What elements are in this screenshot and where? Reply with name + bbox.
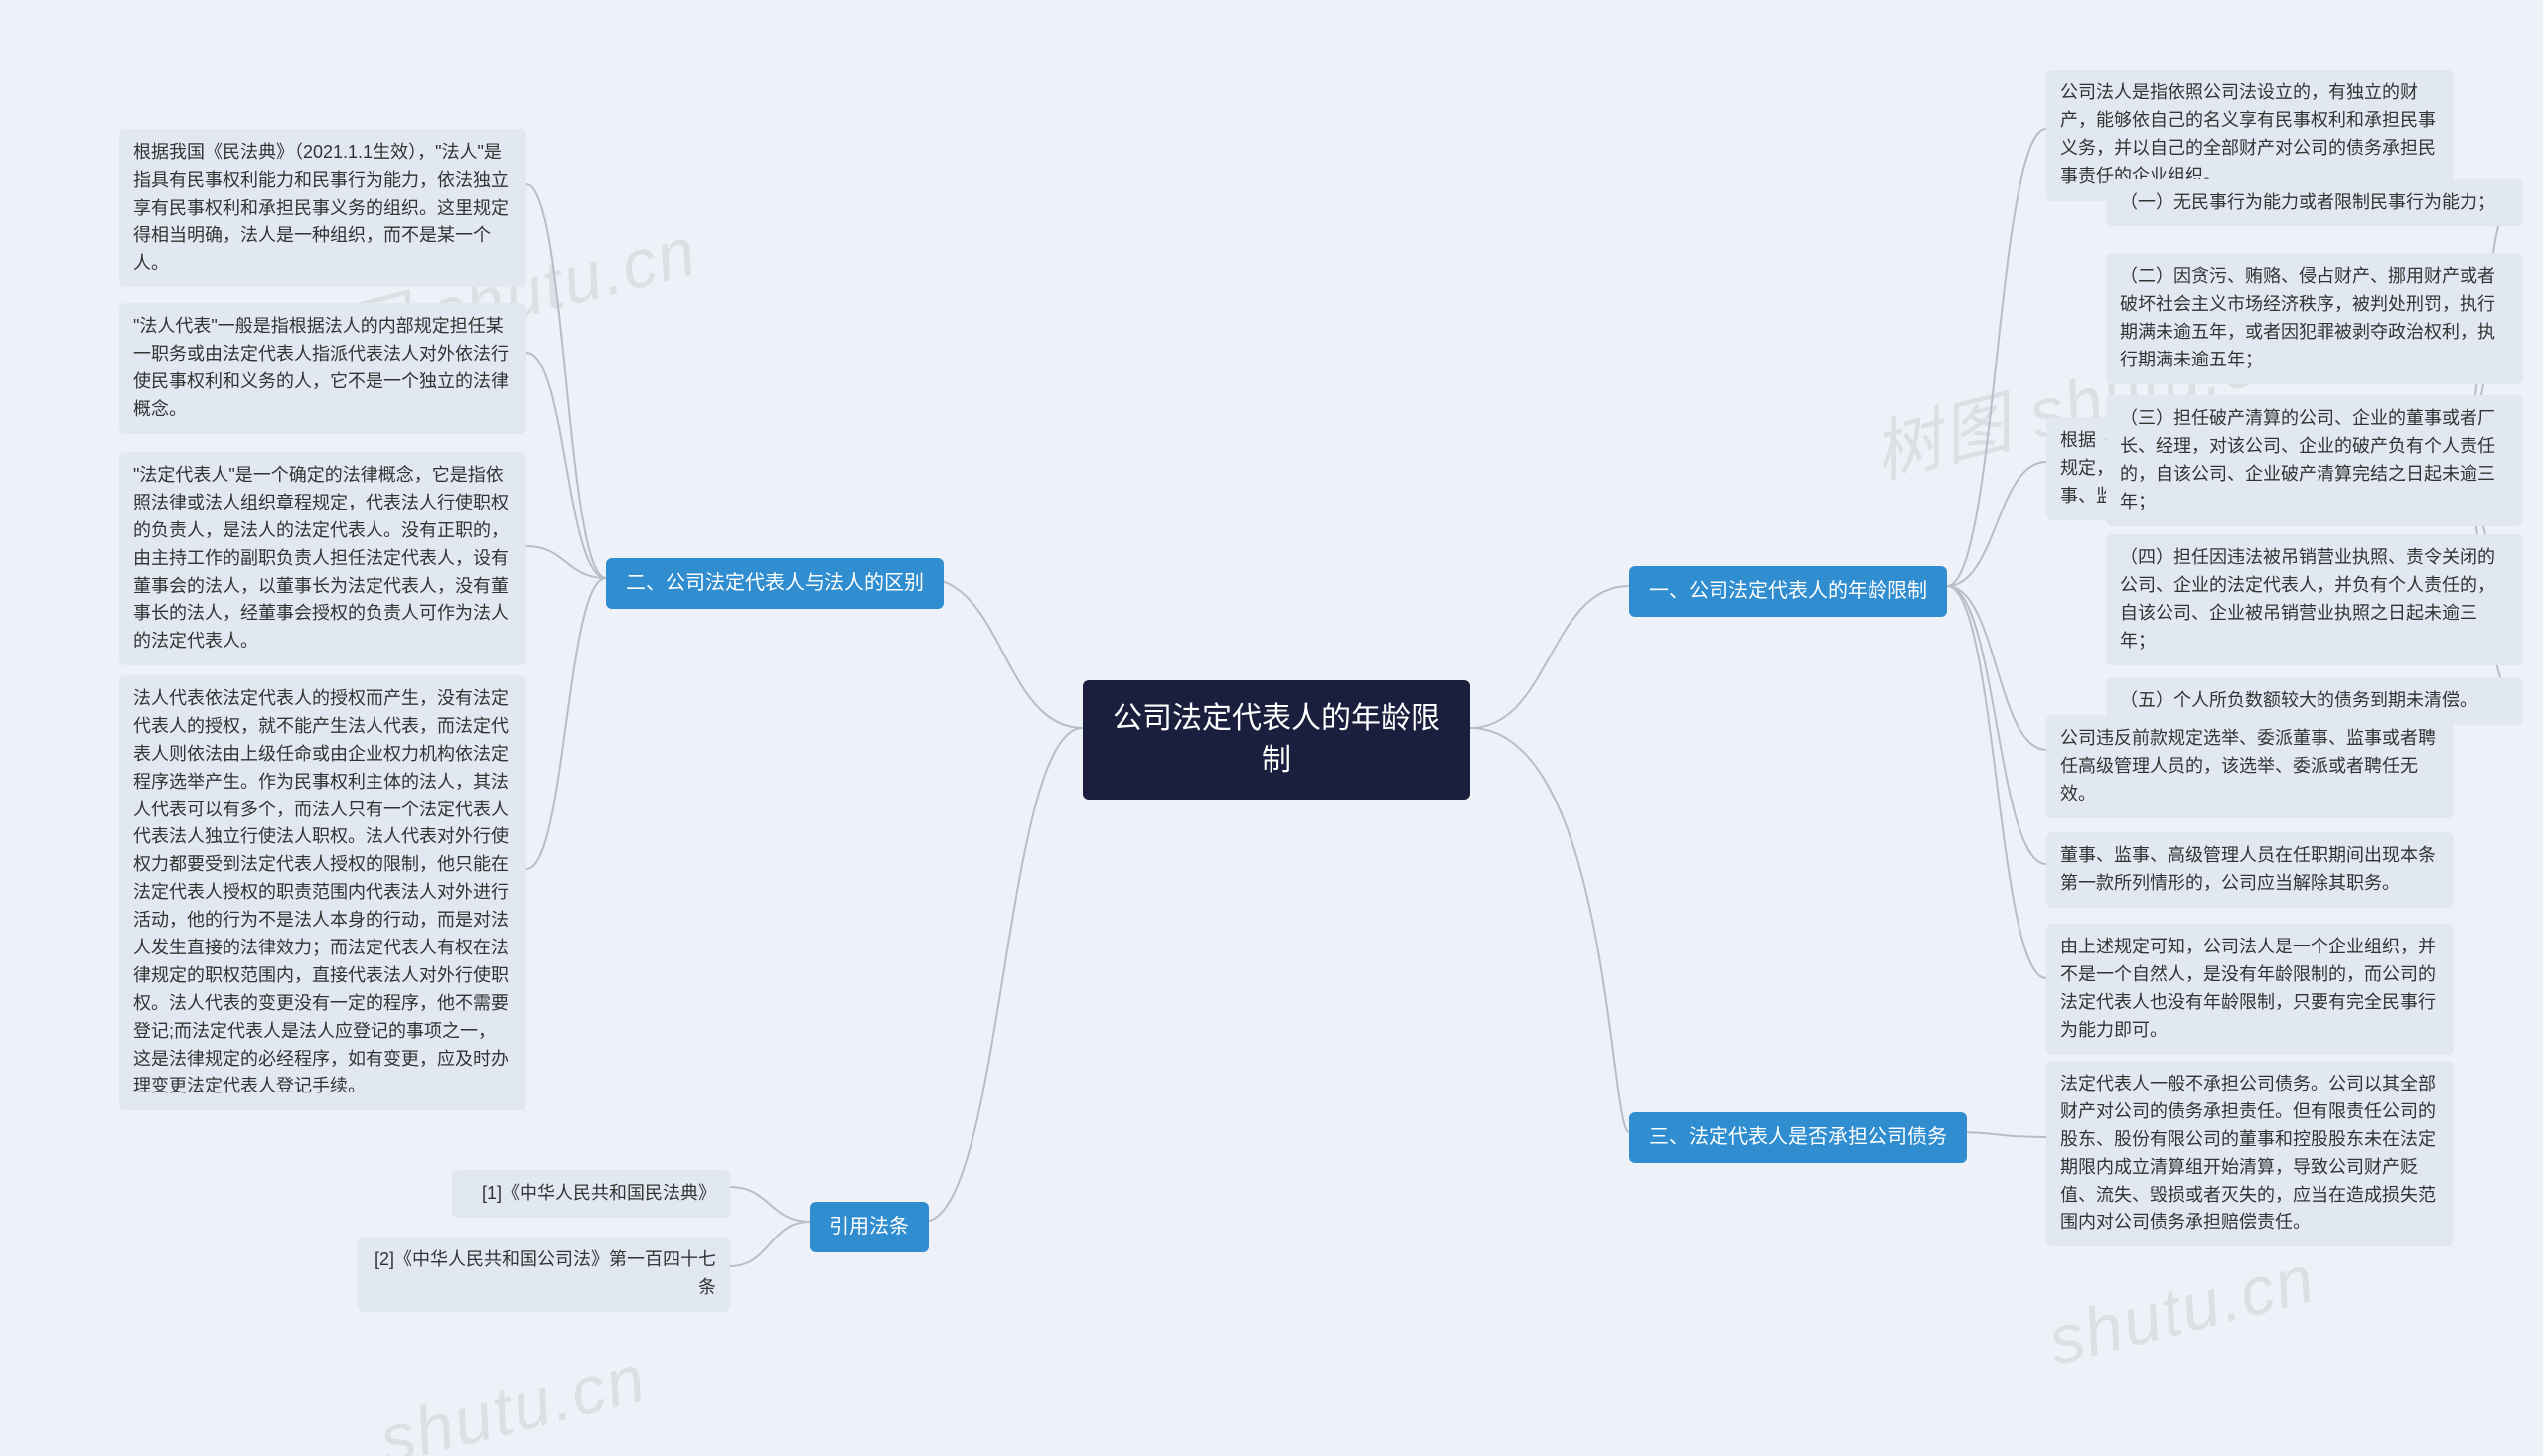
branch-age-limit[interactable]: 一、公司法定代表人的年龄限制 [1629, 566, 1947, 617]
branch-difference[interactable]: 二、公司法定代表人与法人的区别 [606, 558, 944, 609]
root-node[interactable]: 公司法定代表人的年龄限制 [1083, 680, 1470, 800]
leaf-node[interactable]: （四）担任因违法被吊销营业执照、责令关闭的公司、企业的法定代表人，并负有个人责任… [2106, 534, 2523, 665]
branch-citations[interactable]: 引用法条 [810, 1202, 929, 1252]
leaf-node[interactable]: "法定代表人"是一个确定的法律概念，它是指依照法律或法人组织章程规定，代表法人行… [119, 452, 526, 665]
watermark: shutu.cn [373, 1339, 655, 1456]
leaf-node[interactable]: [2]《中华人民共和国公司法》第一百四十七条 [358, 1237, 730, 1312]
leaf-node[interactable]: "法人代表"一般是指根据法人的内部规定担任某一职务或由法定代表人指派代表法人对外… [119, 303, 526, 434]
leaf-node[interactable]: 根据我国《民法典》（2021.1.1生效），"法人"是指具有民事权利能力和民事行… [119, 129, 526, 287]
leaf-node[interactable]: （二）因贪污、贿赂、侵占财产、挪用财产或者破坏社会主义市场经济秩序，被判处刑罚，… [2106, 253, 2523, 384]
leaf-node[interactable]: 由上述规定可知，公司法人是一个企业组织，并不是一个自然人，是没有年龄限制的，而公… [2046, 924, 2454, 1055]
leaf-node[interactable]: （三）担任破产清算的公司、企业的董事或者厂长、经理，对该公司、企业的破产负有个人… [2106, 395, 2523, 526]
watermark: shutu.cn [2041, 1239, 2323, 1381]
leaf-node[interactable]: 公司违反前款规定选举、委派董事、监事或者聘任高级管理人员的，该选举、委派或者聘任… [2046, 715, 2454, 818]
leaf-node[interactable]: 法人代表依法定代表人的授权而产生，没有法定代表人的授权，就不能产生法人代表，而法… [119, 675, 526, 1110]
leaf-node[interactable]: 法定代表人一般不承担公司债务。公司以其全部财产对公司的债务承担责任。但有限责任公… [2046, 1061, 2454, 1246]
branch-liability[interactable]: 三、法定代表人是否承担公司债务 [1629, 1112, 1967, 1163]
leaf-node[interactable]: （五）个人所负数额较大的债务到期未清偿。 [2106, 677, 2523, 725]
leaf-node[interactable]: [1]《中华人民共和国民法典》 [452, 1170, 730, 1218]
leaf-node[interactable]: （一）无民事行为能力或者限制民事行为能力； [2106, 179, 2523, 226]
leaf-node[interactable]: 董事、监事、高级管理人员在任职期间出现本条第一款所列情形的，公司应当解除其职务。 [2046, 832, 2454, 908]
